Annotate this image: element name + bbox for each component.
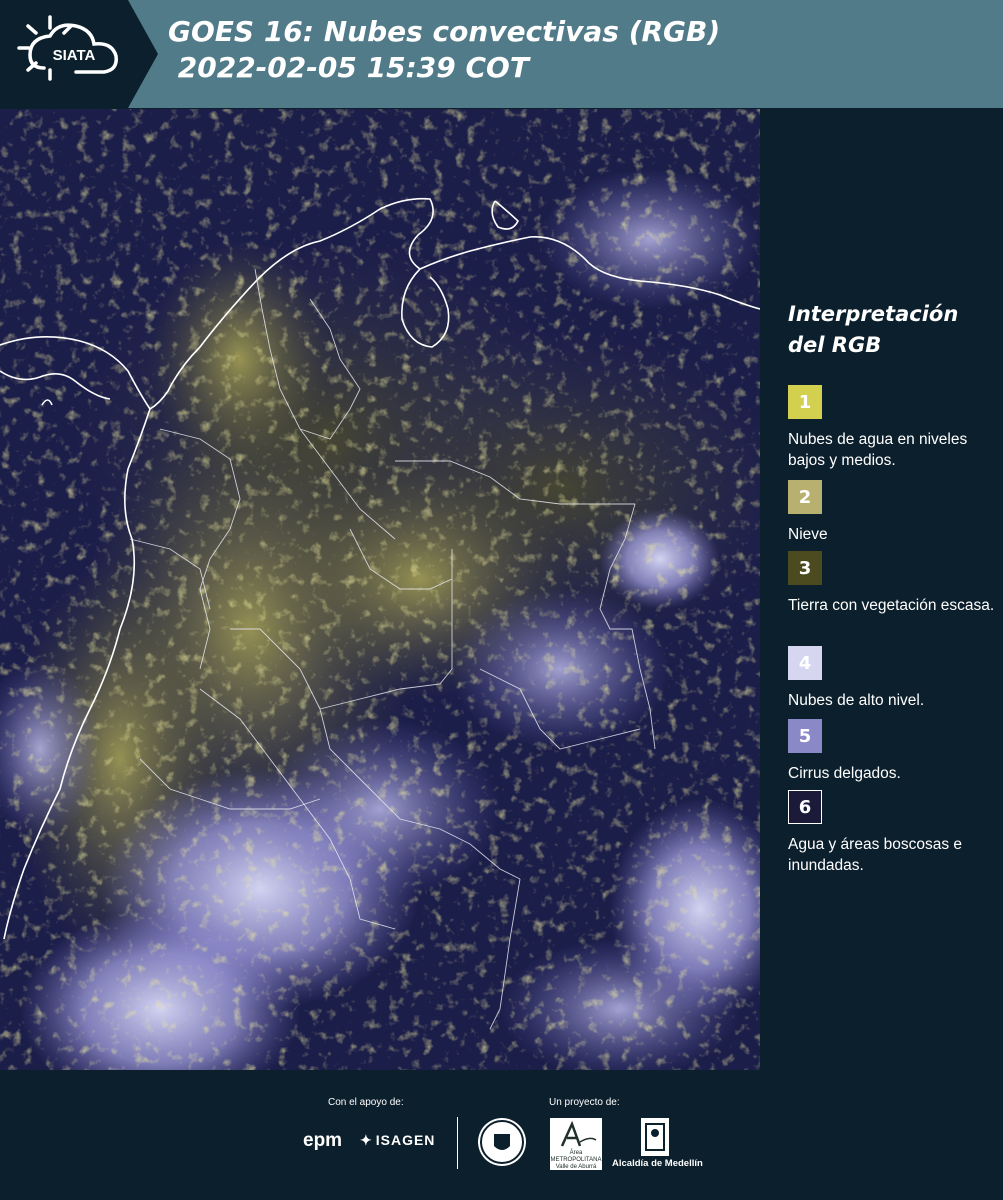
- legend-title: Interpretación del RGB: [788, 302, 959, 357]
- legend-swatch: 4: [788, 646, 822, 680]
- legend-label: Nubes de alto nivel.: [788, 692, 925, 709]
- legend-swatch: 5: [788, 719, 822, 753]
- legend-label: Nubes de agua en niveles bajos y medios.: [788, 431, 968, 469]
- legend-item-5: 5 Cirrus delgados.: [788, 719, 998, 784]
- support-label: Con el apoyo de:: [328, 1097, 404, 1108]
- isagen-logo: ✦ ISAGEN: [360, 1132, 435, 1149]
- legend-swatch: 6: [788, 790, 822, 824]
- legend-swatch: 2: [788, 480, 822, 514]
- area-metropolitana-logo: Área METROPOLITANA Valle de Aburrá: [550, 1118, 602, 1170]
- header-bar: SIATA GOES 16: Nubes convectivas (RGB) 2…: [0, 0, 1003, 108]
- isagen-icon: ✦: [360, 1132, 373, 1148]
- legend-item-3: 3 Tierra con vegetación escasa.: [788, 551, 998, 616]
- siata-logo: SIATA: [0, 0, 158, 108]
- legend-item-6: 6 Agua y áreas boscosas e inundadas.: [788, 790, 998, 876]
- siata-logo-text: SIATA: [53, 47, 96, 64]
- legend-item-1: 1 Nubes de agua en niveles bajos y medio…: [788, 385, 998, 471]
- footer-divider: [457, 1117, 458, 1169]
- alcaldia-label: Alcaldía de Medellín: [612, 1158, 703, 1169]
- project-label: Un proyecto de:: [549, 1097, 620, 1108]
- legend-label: Nieve: [788, 526, 828, 543]
- legend-item-2: 2 Nieve: [788, 480, 998, 545]
- legend-item-4: 4 Nubes de alto nivel.: [788, 646, 998, 711]
- legend-swatch: 3: [788, 551, 822, 585]
- epm-logo: epm: [303, 1130, 343, 1151]
- legend-label: Cirrus delgados.: [788, 765, 901, 782]
- legend-swatch: 1: [788, 385, 822, 419]
- satellite-map: [0, 109, 760, 1070]
- legend-panel: Interpretación del RGB 1 Nubes de agua e…: [760, 109, 1003, 1070]
- alcaldia-shield-icon: [641, 1118, 669, 1156]
- legend-label: Tierra con vegetación escasa.: [788, 597, 995, 614]
- area-logo-text: Área METROPOLITANA Valle de Aburrá: [550, 1150, 602, 1170]
- medellin-seal-icon: [478, 1118, 526, 1166]
- footer: Con el apoyo de: Un proyecto de: epm ✦ IS…: [0, 1070, 1003, 1200]
- page-title: GOES 16: Nubes convectivas (RGB) 2022-02…: [168, 15, 721, 84]
- legend-label: Agua y áreas boscosas e inundadas.: [788, 836, 963, 874]
- isagen-text: ISAGEN: [375, 1132, 436, 1148]
